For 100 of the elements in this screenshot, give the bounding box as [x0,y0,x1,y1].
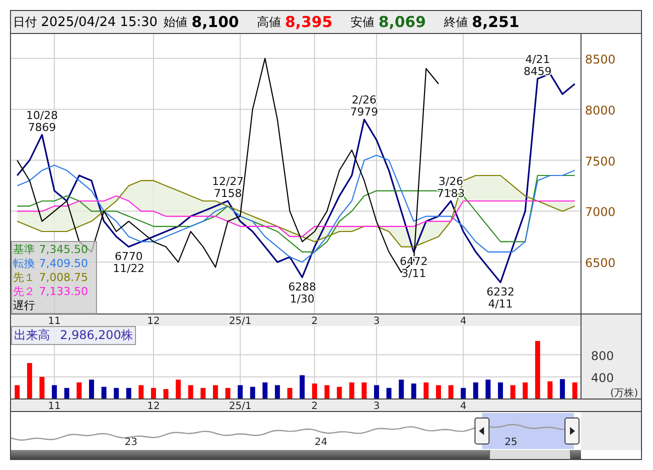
volume-bar [238,385,243,399]
volume-bar [287,388,292,399]
volume-bar [212,385,218,399]
axis-label: 2 [311,316,318,326]
axis-label: 8000 [585,103,616,118]
legend-value: 7,409.50 [39,256,88,270]
volume-bar [14,385,20,399]
volume-bar [126,388,132,399]
legend-label: 先１ [13,270,35,285]
volume-bar [460,388,466,399]
price-annotation: 2/26 [352,94,376,107]
volume-bar [362,382,367,399]
volume-value: 2,986,200株 [60,327,134,344]
axis-label: 11 [48,401,61,411]
price-value: 8,251 [472,13,520,31]
volume-bar [548,381,553,399]
volume-bar [386,388,392,399]
axis-label: 6500 [585,256,616,270]
legend-label: 先２ [13,284,35,300]
axis-label: 25/1 [229,316,252,326]
year-label: 23 [124,437,138,448]
right-handle-icon[interactable] [564,418,580,444]
scrollbar-thumb[interactable] [489,450,571,459]
price-annotation: 1/30 [290,292,315,306]
price-label: 高値 [256,14,281,30]
date-value: 2025/04/24 15:30 [41,14,158,30]
volume-bar [560,379,565,399]
axis-label: 3 [373,401,380,411]
volume-bar [336,386,342,399]
price-value: 8,100 [192,13,239,31]
price-label: 始値 [164,14,188,30]
axis-label: 7500 [585,154,616,168]
axis-label: 7000 [585,205,616,220]
axis-label: 2 [311,401,318,411]
price-annotation: 6232 [486,285,514,298]
scrollbar[interactable] [11,450,581,459]
price-annotation: 6288 [288,280,316,294]
volume-bar [151,388,156,399]
price-annotation: 10/28 [26,108,58,122]
volume-bar [448,385,454,399]
volume-bar [176,380,181,399]
year-label: 25 [504,437,518,448]
volume-bar [76,382,82,399]
axis-label: 12 [147,401,160,411]
volume-bar [398,380,404,399]
left-handle-icon[interactable] [474,418,490,444]
volume-bar [114,388,119,399]
axis-unit: (万株) [610,388,638,399]
volume-bar [163,389,168,399]
price-annotation: 7869 [28,120,56,134]
volume-bar [188,385,194,399]
axis-label: 25/1 [229,401,252,411]
date-label: 日付 [13,14,37,30]
volume-bar [486,380,491,399]
axis-label: 4 [460,401,466,411]
price-annotation: 4/11 [488,297,513,310]
volume-bar [510,385,516,399]
volume-bar [250,386,256,399]
price-annotation: 7979 [350,106,378,119]
price-value: 8,069 [378,13,426,31]
legend-value: 7,008.75 [39,270,88,284]
price-annotation: 3/26 [438,174,464,188]
volume-bar [572,382,578,399]
legend-value: 7,345.50 [39,242,88,256]
volume-bar [225,388,230,399]
axis-label: 8500 [585,52,616,66]
axis-label: 4 [460,316,466,326]
volume-bar [436,385,441,399]
axis-label: 11 [48,316,61,326]
volume-bar [262,382,268,399]
axis-label: 3 [373,316,380,326]
volume-bar [101,386,106,399]
price-annotation: 4/21 [525,52,550,66]
volume-bar [374,385,380,399]
volume-bar [522,382,528,399]
price-annotation: 3/11 [401,266,426,280]
volume-bar [27,363,32,399]
volume-bar [89,380,94,399]
legend-label: 遅行 [13,298,35,314]
legend-value: 7,133.50 [39,285,88,298]
price-annotation: 12/27 [212,174,244,188]
axis-label: 12 [147,316,160,326]
axis-label: 400 [591,370,614,385]
price-annotation: 7158 [214,186,242,200]
legend-label: 基準 [13,242,35,257]
legend-label: 転換 [13,256,35,271]
volume-bar [300,375,305,399]
volume-bar [535,340,540,399]
volume-bar [312,384,318,399]
volume-bar [64,388,70,399]
price-label: 終値 [444,14,468,30]
year-label: 24 [314,437,328,448]
volume-bar [411,384,416,399]
volume-bar [274,385,280,399]
volume-bar [52,385,57,399]
price-annotation: 8459 [524,64,552,78]
price-annotation: 11/22 [112,262,145,275]
price-value: 8,395 [284,13,332,31]
volume-bar [498,382,503,399]
volume-bar [473,382,478,399]
